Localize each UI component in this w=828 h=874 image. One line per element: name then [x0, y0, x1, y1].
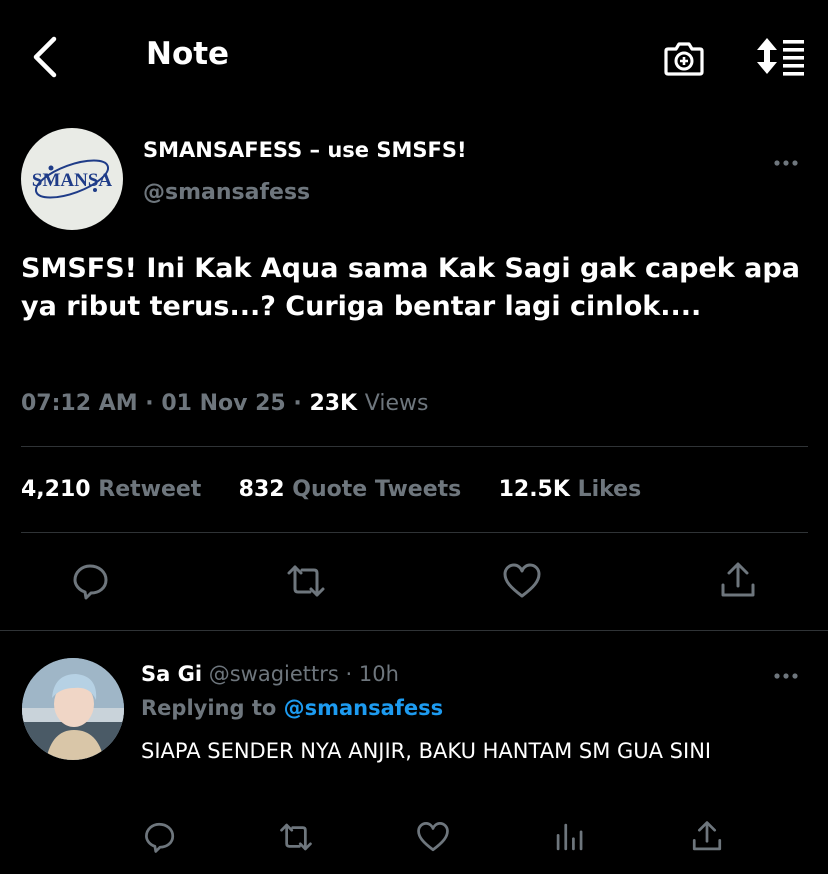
author-handle[interactable]: @smansafess: [143, 180, 310, 205]
author-name[interactable]: SMANSAFESS – use SMSFS!: [143, 138, 467, 162]
views-label: Views: [364, 391, 429, 416]
like-icon[interactable]: [416, 820, 450, 854]
tweet-stats: 4,210 Retweet 832 Quote Tweets 12.5K Lik…: [21, 477, 641, 502]
avatar[interactable]: SMANSA: [21, 128, 123, 230]
replying-to-link[interactable]: @smansafess: [284, 696, 444, 720]
like-icon[interactable]: [502, 561, 542, 601]
page-title: Note: [146, 36, 230, 72]
tweet-date: 01 Nov 25: [161, 391, 286, 416]
reply-icon[interactable]: [143, 820, 177, 854]
avatar-logo-text: SMANSA: [32, 170, 113, 191]
tweet-meta: 07:12 AM · 01 Nov 25 · 23K Views: [21, 391, 429, 416]
views-count: 23K: [309, 391, 358, 416]
quote-tweets-stat[interactable]: 832 Quote Tweets: [239, 477, 462, 502]
share-icon[interactable]: [718, 561, 758, 601]
reply-icon[interactable]: [71, 561, 111, 601]
retweet-icon[interactable]: [286, 561, 326, 601]
retweet-stat[interactable]: 4,210 Retweet: [21, 477, 201, 502]
reply-time: 10h: [358, 662, 399, 686]
reply-author-handle[interactable]: @swagiettrs: [209, 662, 339, 686]
analytics-icon[interactable]: [553, 820, 587, 854]
more-options-icon[interactable]: [773, 671, 799, 681]
retweet-icon[interactable]: [279, 820, 313, 854]
sort-icon[interactable]: [756, 36, 806, 76]
reply-text: SIAPA SENDER NYA ANJIR, BAKU HANTAM SM G…: [141, 739, 712, 763]
divider: [21, 532, 808, 533]
replying-label: Replying to: [141, 696, 277, 720]
tweet-time: 07:12 AM: [21, 391, 138, 416]
avatar[interactable]: [22, 658, 124, 760]
camera-icon[interactable]: [664, 40, 704, 76]
share-icon[interactable]: [690, 820, 724, 854]
divider: [0, 630, 828, 631]
divider: [21, 446, 808, 447]
reply-header: Sa Gi @swagiettrs · 10h: [141, 662, 399, 686]
replying-to: Replying to @smansafess: [141, 696, 443, 720]
reply-author-name[interactable]: Sa Gi: [141, 662, 202, 686]
likes-stat[interactable]: 12.5K Likes: [499, 477, 642, 502]
tweet-text: SMSFS! Ini Kak Aqua sama Kak Sagi gak ca…: [21, 253, 800, 322]
more-options-icon[interactable]: [773, 158, 799, 168]
back-arrow-icon[interactable]: [30, 36, 60, 78]
